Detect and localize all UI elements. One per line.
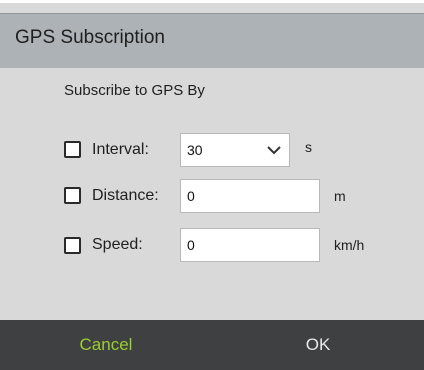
top-edge xyxy=(0,0,424,3)
dialog-footer: Cancel OK xyxy=(0,320,424,370)
ok-button[interactable]: OK xyxy=(212,320,424,370)
speed-value: 0 xyxy=(187,237,195,253)
interval-value: 30 xyxy=(187,142,203,158)
distance-unit: m xyxy=(334,188,346,204)
distance-checkbox[interactable] xyxy=(64,187,81,204)
dialog-titlebar: GPS Subscription xyxy=(0,13,424,68)
cancel-button-label: Cancel xyxy=(79,335,133,354)
speed-input[interactable]: 0 xyxy=(180,228,320,262)
interval-select[interactable]: 30 xyxy=(180,133,290,167)
cancel-button[interactable]: Cancel xyxy=(0,320,212,370)
distance-input[interactable]: 0 xyxy=(180,179,320,213)
chevron-down-icon xyxy=(267,146,281,155)
distance-value: 0 xyxy=(187,188,195,204)
distance-row: Distance: 0 m xyxy=(0,178,424,214)
interval-unit: s xyxy=(305,139,312,155)
subscribe-by-label: Subscribe to GPS By xyxy=(64,82,205,99)
interval-label: Interval: xyxy=(92,141,149,158)
speed-label: Speed: xyxy=(92,236,143,253)
interval-row: Interval: 30 s xyxy=(0,132,424,168)
interval-checkbox[interactable] xyxy=(64,141,81,158)
ok-button-label: OK xyxy=(305,335,331,354)
speed-checkbox[interactable] xyxy=(64,237,81,254)
distance-label: Distance: xyxy=(92,187,159,204)
speed-unit: km/h xyxy=(334,237,365,253)
speed-row: Speed: 0 km/h xyxy=(0,226,424,262)
gps-subscription-dialog: GPS Subscription Subscribe to GPS By Int… xyxy=(0,0,424,370)
dialog-title: GPS Subscription xyxy=(15,27,165,48)
